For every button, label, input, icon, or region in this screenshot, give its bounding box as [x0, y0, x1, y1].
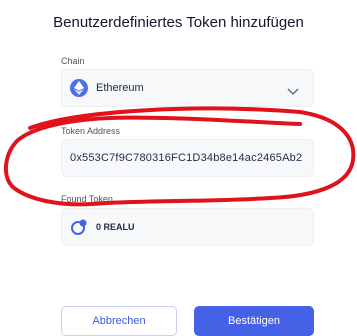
ethereum-icon — [70, 79, 88, 97]
chain-label: Chain — [61, 56, 85, 66]
token-icon — [70, 218, 88, 236]
found-token-display: 0 REALU — [61, 208, 314, 246]
cancel-button[interactable]: Abbrechen — [61, 306, 177, 336]
token-address-value: 0x553C7f9C780316FC1D34b8e14ac2465Ab2 — [70, 152, 303, 164]
chain-value: Ethereum — [96, 82, 144, 94]
chevron-down-icon — [287, 83, 299, 101]
chain-select[interactable]: Ethereum — [61, 69, 314, 107]
token-address-label: Token Address — [61, 126, 121, 136]
dialog-title: Benutzerdefiniertes Token hinzufügen — [53, 14, 304, 31]
found-token-label: Found Token — [61, 194, 113, 204]
found-token-value: 0 REALU — [96, 222, 135, 232]
confirm-button[interactable]: Bestätigen — [194, 306, 314, 336]
token-address-input[interactable]: 0x553C7f9C780316FC1D34b8e14ac2465Ab2 — [61, 139, 314, 177]
